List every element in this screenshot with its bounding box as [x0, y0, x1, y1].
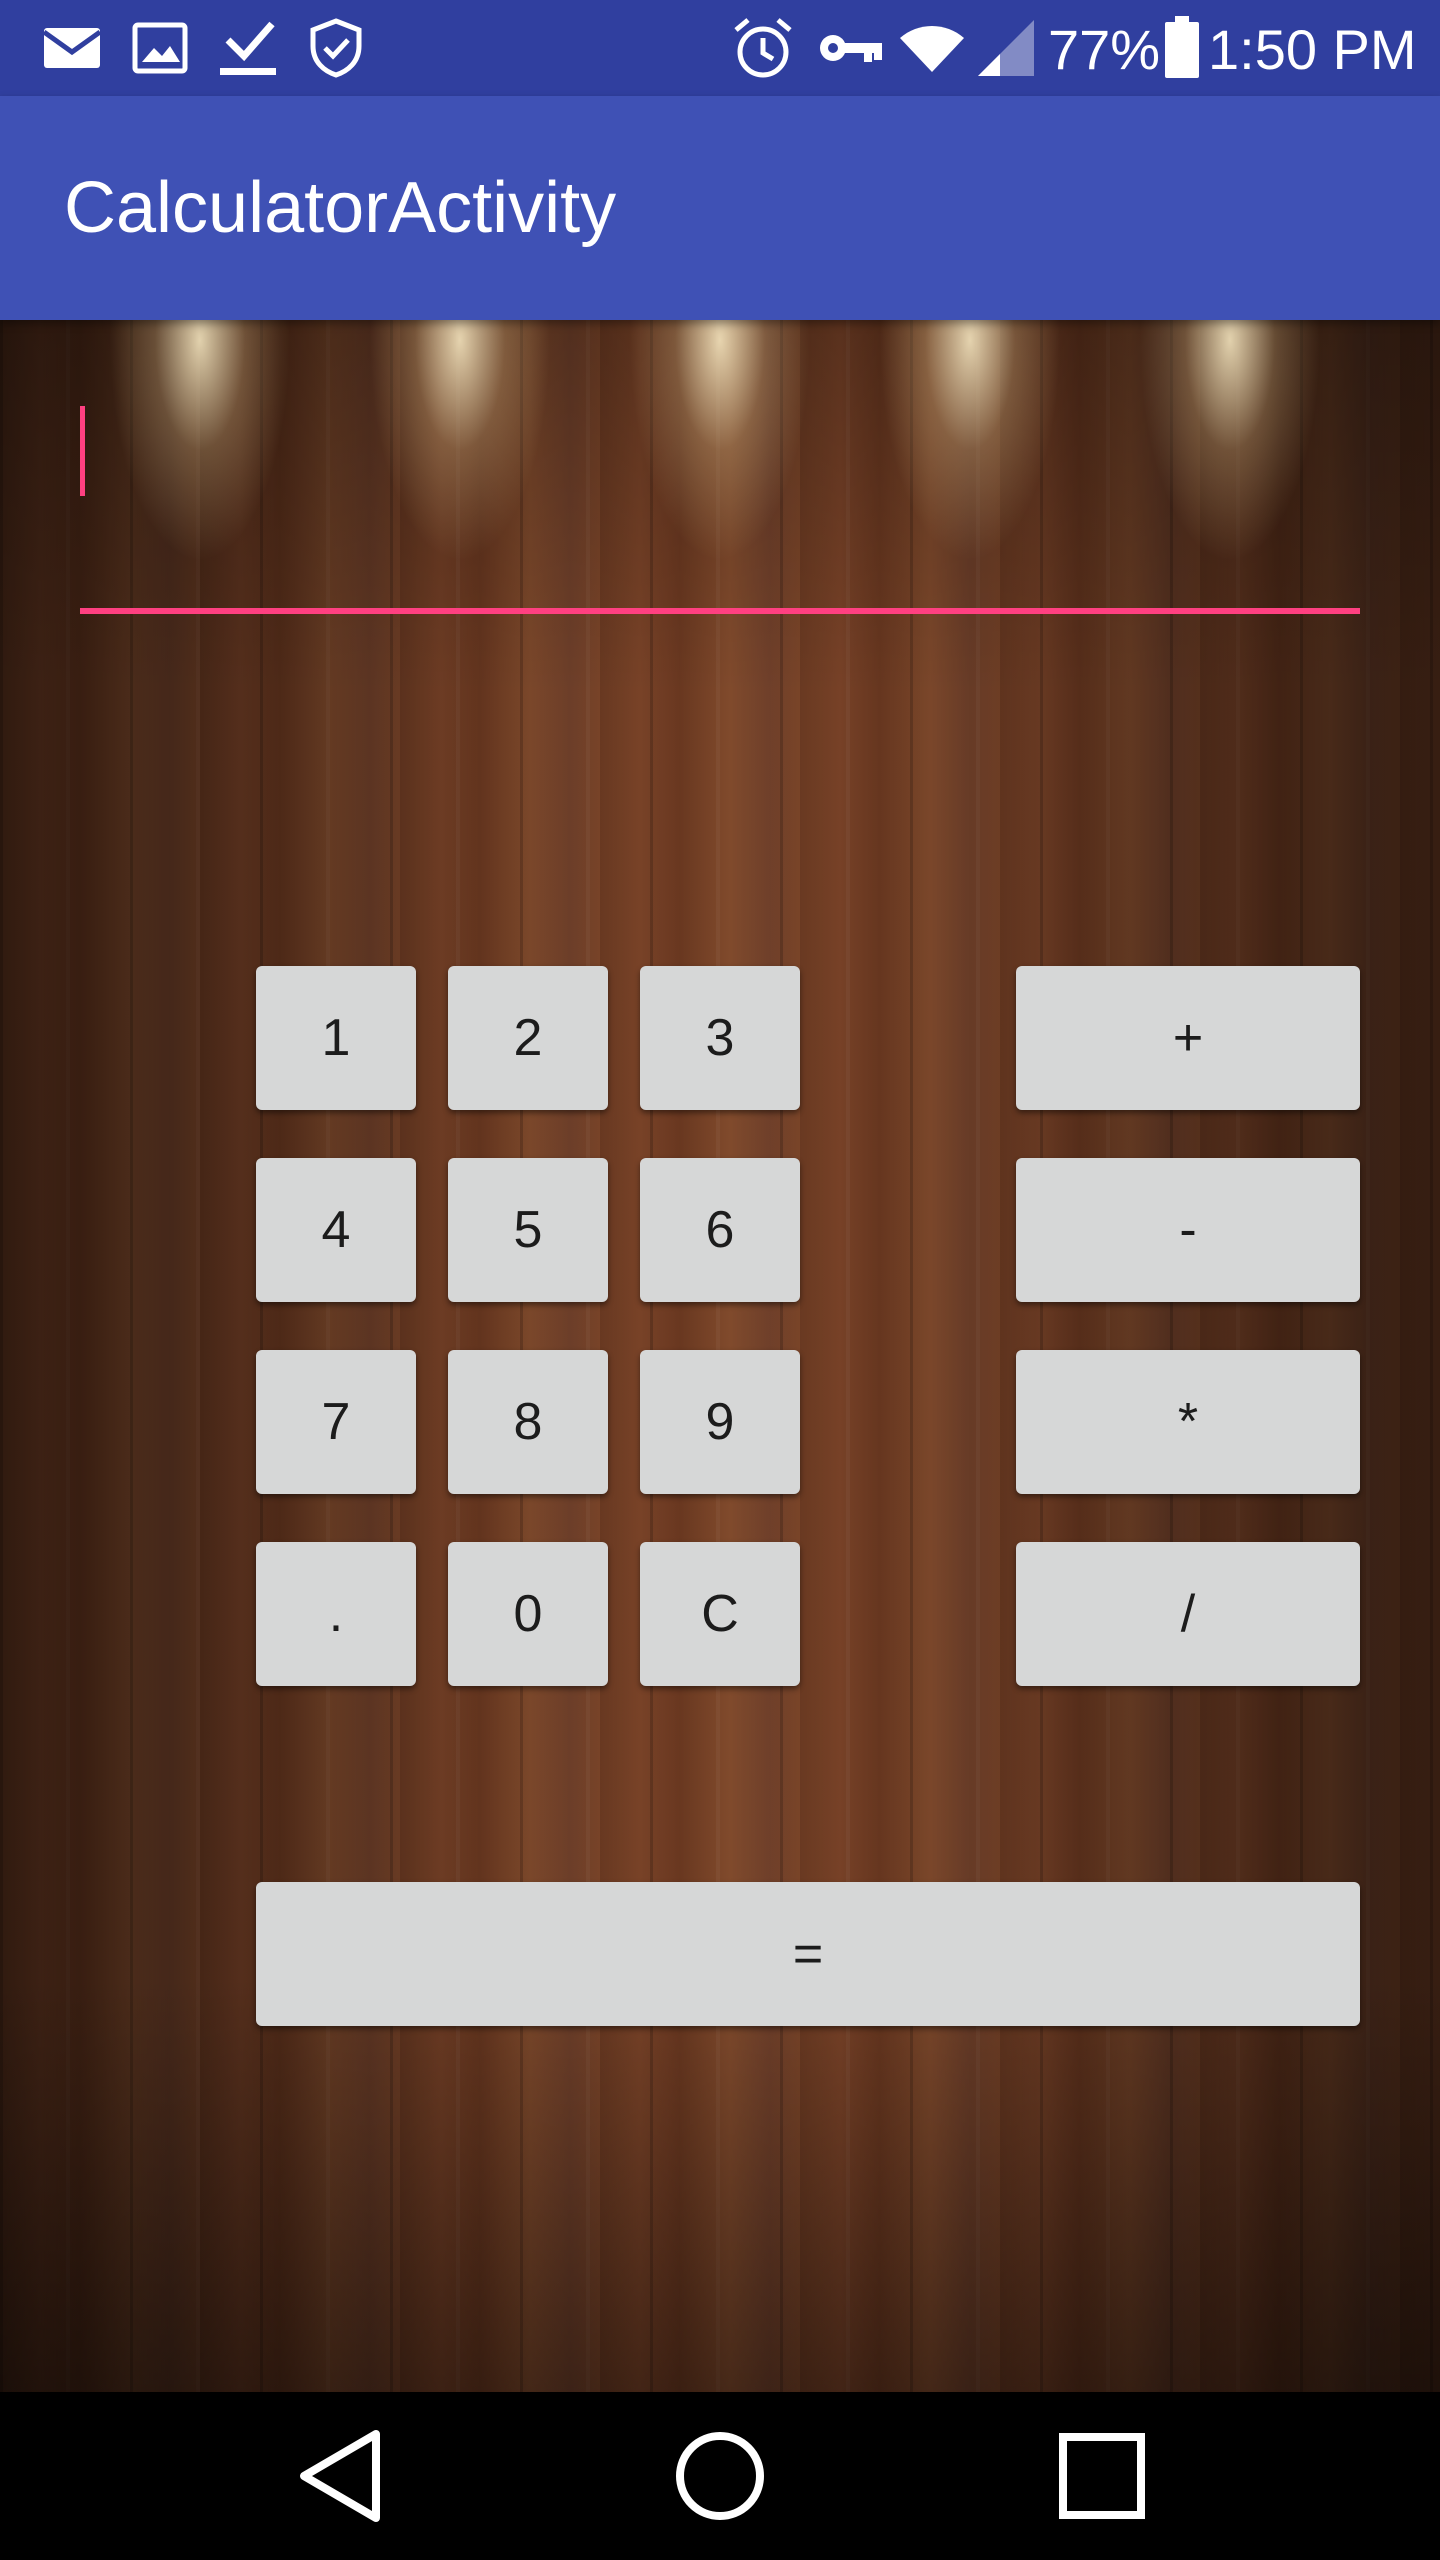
image-icon	[128, 0, 192, 96]
display-field-container	[80, 400, 1360, 614]
digit-1-button[interactable]: 1	[256, 966, 416, 1110]
battery-percent: 77%	[1048, 18, 1161, 81]
display-input[interactable]	[80, 400, 1360, 500]
multiply-button[interactable]: *	[1016, 1350, 1360, 1494]
status-bar: 77% 1:50 PM	[0, 0, 1440, 96]
digit-8-button[interactable]: 8	[448, 1350, 608, 1494]
equals-button[interactable]: =	[256, 1882, 1360, 2026]
battery-icon	[1160, 0, 1204, 96]
digit-4-button[interactable]: 4	[256, 1158, 416, 1302]
vpn-key-icon	[814, 0, 886, 96]
home-icon[interactable]	[620, 2392, 820, 2560]
navigation-bar	[0, 2392, 1440, 2560]
app-bar: CalculatorActivity	[0, 96, 1440, 320]
subtract-button[interactable]: -	[1016, 1158, 1360, 1302]
decimal-point-button[interactable]: .	[256, 1542, 416, 1686]
display-underline	[80, 608, 1360, 614]
back-icon[interactable]	[240, 2392, 440, 2560]
download-done-icon	[212, 0, 284, 96]
wifi-icon	[896, 0, 968, 96]
divide-button[interactable]: /	[1016, 1542, 1360, 1686]
clear-button[interactable]: C	[640, 1542, 800, 1686]
digit-5-button[interactable]: 5	[448, 1158, 608, 1302]
signal-icon	[974, 0, 1038, 96]
digit-2-button[interactable]: 2	[448, 966, 608, 1110]
digit-7-button[interactable]: 7	[256, 1350, 416, 1494]
calculator-content: 1 2 3 + 4 5 6 - 7 8 9 * . 0 C / =	[0, 320, 1440, 2392]
recents-icon[interactable]	[1002, 2392, 1202, 2560]
digit-6-button[interactable]: 6	[640, 1158, 800, 1302]
mail-icon	[40, 0, 104, 96]
digit-3-button[interactable]: 3	[640, 966, 800, 1110]
alarm-icon	[728, 0, 798, 96]
shield-check-icon	[304, 0, 368, 96]
add-button[interactable]: +	[1016, 966, 1360, 1110]
app-title: CalculatorActivity	[64, 168, 617, 248]
digit-9-button[interactable]: 9	[640, 1350, 800, 1494]
digit-0-button[interactable]: 0	[448, 1542, 608, 1686]
text-cursor	[80, 406, 85, 496]
clock: 1:50 PM	[1208, 18, 1417, 81]
